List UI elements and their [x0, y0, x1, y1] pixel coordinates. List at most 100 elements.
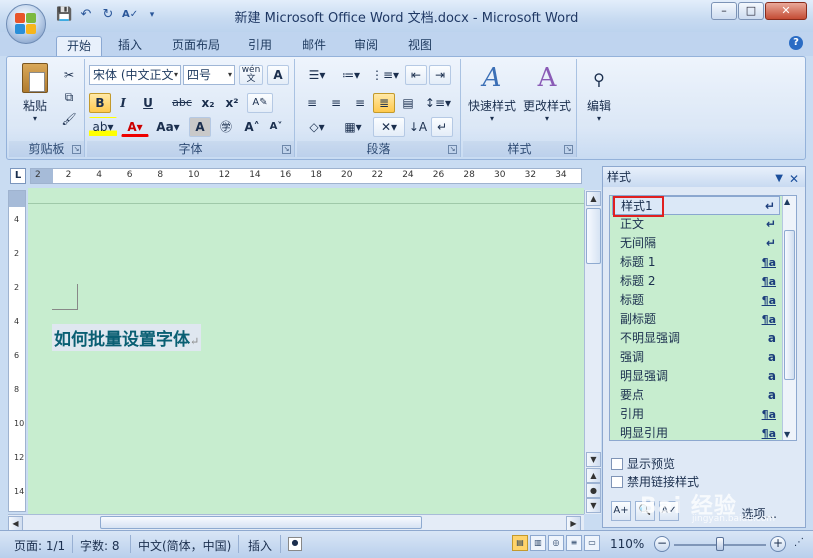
vertical-scroll-thumb[interactable] — [586, 208, 601, 264]
pane-menu-icon[interactable]: ▼ — [775, 169, 783, 189]
browse-object-icon[interactable]: ● — [586, 483, 601, 498]
help-icon[interactable]: ? — [789, 36, 803, 50]
character-border-button[interactable]: A — [267, 65, 289, 85]
chinese-layout-icon[interactable]: ✕▾ — [373, 117, 405, 137]
font-color-button[interactable]: A▾ — [121, 117, 149, 137]
copy-icon[interactable]: ⧉ — [59, 87, 79, 107]
horizontal-scrollbar[interactable]: ◀ ▶ — [8, 514, 584, 531]
align-left-icon[interactable]: ≡ — [301, 93, 323, 113]
style-list-item[interactable]: 标题 ¶a — [612, 291, 780, 310]
shrink-font-button[interactable]: A˅ — [265, 117, 287, 137]
format-painter-icon[interactable]: 🖌 — [59, 109, 79, 129]
tab-page-layout[interactable]: 页面布局 — [162, 36, 230, 56]
document-text[interactable]: 如何批量设置字体↵ — [52, 324, 202, 351]
tab-mailings[interactable]: 邮件 — [292, 36, 336, 56]
print-layout-view-icon[interactable]: ▤ — [512, 535, 528, 551]
scroll-down-icon[interactable]: ▼ — [586, 452, 601, 467]
scroll-right-icon[interactable]: ▶ — [566, 516, 581, 531]
font-name-select[interactable]: 宋体 (中文正文 ▾ — [89, 65, 181, 85]
next-page-icon[interactable]: ▼ — [586, 498, 601, 513]
styles-list-scrollbar[interactable]: ▲ ▼ — [782, 196, 796, 440]
pane-close-icon[interactable]: ✕ — [789, 169, 799, 189]
align-center-icon[interactable]: ≡ — [325, 93, 347, 113]
shading-icon[interactable]: ◇▾ — [301, 117, 333, 137]
paragraph-launcher-icon[interactable]: ↘ — [448, 145, 457, 154]
language-status[interactable]: 中文(简体，中国) — [138, 537, 231, 554]
scroll-left-icon[interactable]: ◀ — [8, 516, 23, 531]
subscript-button[interactable]: x₂ — [197, 93, 219, 113]
cut-icon[interactable]: ✂ — [59, 65, 79, 85]
bold-button[interactable]: B — [89, 93, 111, 113]
tab-references[interactable]: 引用 — [238, 36, 282, 56]
draft-view-icon[interactable]: ▭ — [584, 535, 600, 551]
scroll-up-icon[interactable]: ▲ — [586, 191, 601, 206]
new-style-icon[interactable]: A+ — [611, 501, 631, 521]
zoom-level[interactable]: 110% — [610, 537, 644, 551]
multilevel-list-icon[interactable]: ⋮≡▾ — [369, 65, 401, 85]
list-scroll-down-icon[interactable]: ▼ — [784, 430, 790, 439]
bullets-icon[interactable]: ☰▾ — [301, 65, 333, 85]
style-list-item[interactable]: 标题 2 ¶a — [612, 272, 780, 291]
style-list-item[interactable]: 标题 1 ¶a — [612, 253, 780, 272]
horizontal-scroll-thumb[interactable] — [100, 516, 422, 529]
style-list-item[interactable]: 明显引用 ¶a — [612, 424, 780, 440]
strikethrough-button[interactable]: abc — [169, 93, 195, 113]
change-styles-button[interactable]: A 更改样式 ▾ — [519, 63, 575, 123]
style-list-item[interactable]: 副标题 ¶a — [612, 310, 780, 329]
style-list-item[interactable]: 无间隔 ↵ — [612, 234, 780, 253]
resize-grip-icon[interactable]: ⋰ — [794, 537, 804, 548]
character-shading-button[interactable]: A — [189, 117, 211, 137]
clipboard-launcher-icon[interactable]: ↘ — [72, 145, 81, 154]
tab-home[interactable]: 开始 — [56, 36, 103, 56]
style-list-item[interactable]: 不明显强调 a — [612, 329, 780, 348]
quick-styles-button[interactable]: A 快速样式 ▾ — [467, 63, 517, 123]
minimize-button[interactable]: – — [711, 2, 737, 20]
zoom-in-button[interactable]: + — [770, 536, 786, 552]
paste-dropdown-icon[interactable]: ▾ — [15, 114, 55, 123]
styles-list[interactable]: 样式1 ↵ 正文 ↵ 无间隔 ↵ 标题 1 ¶a 标题 2 ¶a 标题 ¶a 副标题 ¶a 不明显强调 a 强调… — [609, 195, 797, 441]
style-list-item[interactable]: 明显强调 a — [612, 367, 780, 386]
document-area[interactable]: 如何批量设置字体↵ — [28, 188, 584, 514]
align-right-icon[interactable]: ≡ — [349, 93, 371, 113]
borders-icon[interactable]: ▦▾ — [337, 117, 369, 137]
show-preview-checkbox[interactable]: 显示预览 — [611, 455, 675, 472]
tab-selector[interactable]: L — [10, 168, 26, 184]
sort-icon[interactable]: ↓A — [407, 117, 429, 137]
superscript-button[interactable]: x² — [221, 93, 243, 113]
clear-formatting-icon[interactable]: A✎ — [247, 93, 273, 113]
reading-view-icon[interactable]: ▥ — [530, 535, 546, 551]
distributed-icon[interactable]: ▤ — [397, 93, 419, 113]
enclose-characters-button[interactable]: ㊫ — [215, 117, 237, 137]
office-button[interactable] — [6, 4, 46, 44]
styles-launcher-icon[interactable]: ↘ — [564, 145, 573, 154]
style-list-item[interactable]: 引用 ¶a — [612, 405, 780, 424]
style-list-item[interactable]: 正文 ↵ — [612, 215, 780, 234]
show-marks-icon[interactable]: ↵ — [431, 117, 453, 137]
underline-button[interactable]: U — [135, 93, 161, 113]
list-scroll-up-icon[interactable]: ▲ — [784, 197, 790, 206]
close-button[interactable]: ✕ — [765, 2, 807, 20]
zoom-slider-knob[interactable] — [716, 537, 724, 551]
word-count[interactable]: 字数: 8 — [80, 537, 120, 554]
style-list-item[interactable]: 强调 a — [612, 348, 780, 367]
numbering-icon[interactable]: ≔▾ — [335, 65, 367, 85]
macro-record-icon[interactable]: ● — [288, 537, 302, 551]
maximize-button[interactable]: □ — [738, 2, 764, 20]
insert-mode-status[interactable]: 插入 — [248, 537, 272, 554]
vertical-ruler[interactable]: 4 2 2 4 6 8 10 12 14 — [8, 190, 26, 512]
increase-indent-icon[interactable]: ⇥ — [429, 65, 451, 85]
web-layout-view-icon[interactable]: ◎ — [548, 535, 564, 551]
paste-button[interactable]: 粘贴 ▾ — [15, 63, 55, 123]
tab-view[interactable]: 视图 — [398, 36, 442, 56]
decrease-indent-icon[interactable]: ⇤ — [405, 65, 427, 85]
line-spacing-icon[interactable]: ↕≡▾ — [423, 93, 453, 113]
grow-font-button[interactable]: A˄ — [241, 117, 263, 137]
tab-review[interactable]: 审阅 — [344, 36, 388, 56]
font-launcher-icon[interactable]: ↘ — [282, 145, 291, 154]
change-case-button[interactable]: Aa▾ — [153, 117, 183, 137]
zoom-out-button[interactable]: − — [654, 536, 670, 552]
italic-button[interactable]: I — [113, 93, 133, 113]
outline-view-icon[interactable]: ≡ — [566, 535, 582, 551]
prev-page-icon[interactable]: ▲ — [586, 468, 601, 483]
font-size-select[interactable]: 四号 ▾ — [183, 65, 235, 85]
